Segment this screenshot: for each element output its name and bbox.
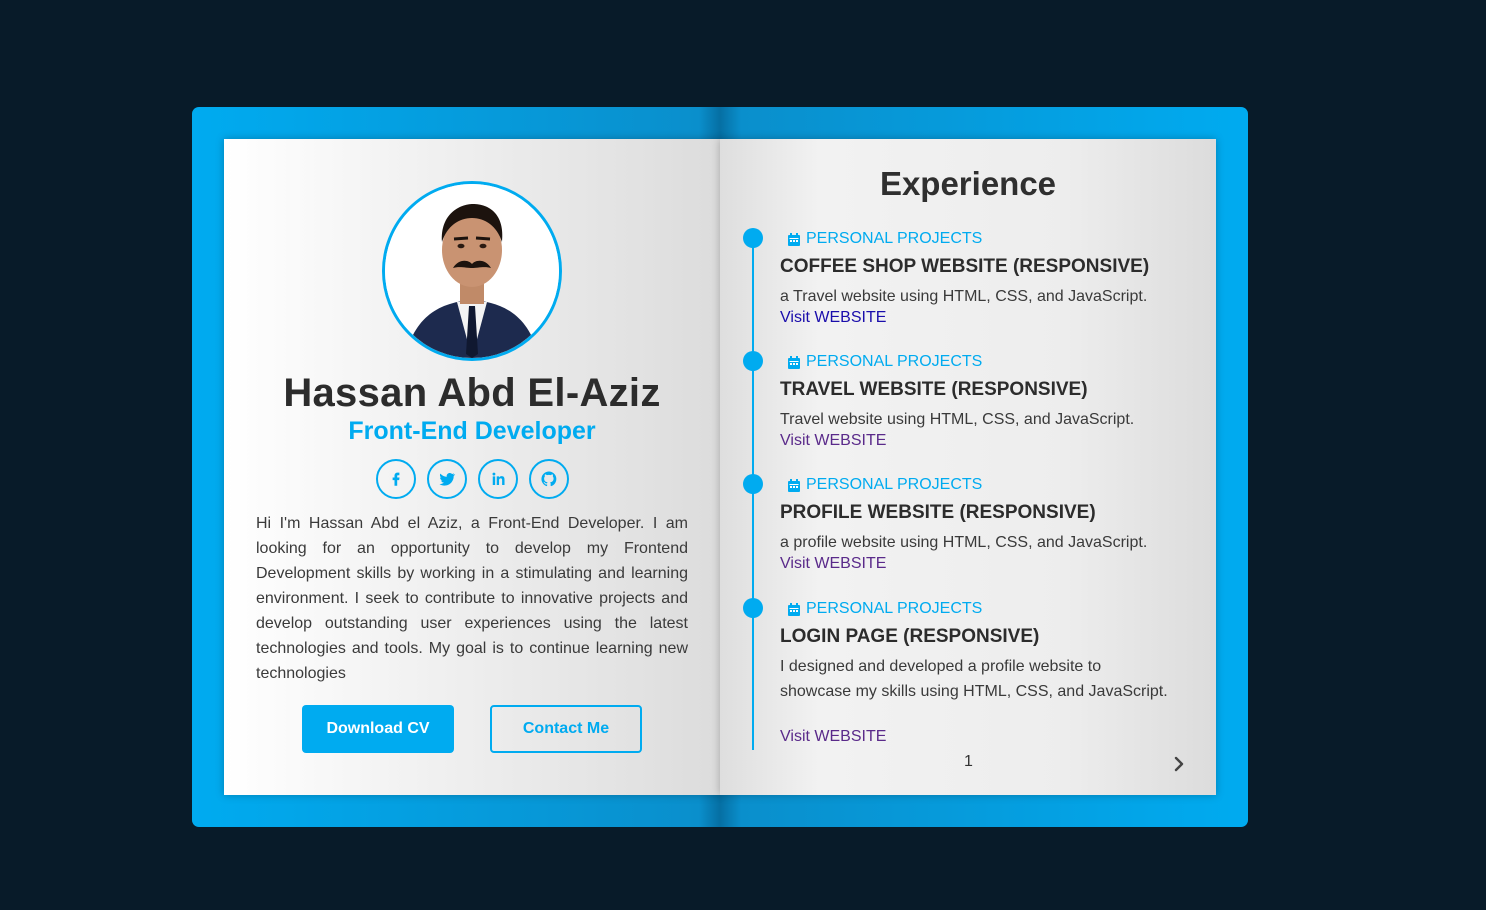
item-title: LOGIN PAGE (RESPONSIVE) — [780, 626, 1040, 647]
calendar-icon — [788, 602, 800, 616]
item-category: PERSONAL PROJECTS — [788, 476, 982, 494]
visit-website-link[interactable]: Visit WEBSITE — [780, 555, 886, 573]
download-cv-button[interactable]: Download CV — [302, 705, 454, 753]
calendar-icon — [788, 355, 800, 369]
item-category: PERSONAL PROJECTS — [788, 353, 982, 371]
profile-bio: Hi I'm Hassan Abd el Aziz, a Front-End D… — [256, 515, 688, 682]
item-description: I designed and developed a profile websi… — [780, 658, 1168, 700]
visit-website-link[interactable]: Visit WEBSITE — [780, 309, 886, 327]
facebook-icon — [392, 472, 400, 486]
timeline-dot — [743, 474, 763, 494]
item-category: PERSONAL PROJECTS — [788, 600, 982, 618]
timeline-dot — [743, 598, 763, 618]
item-title: TRAVEL WEBSITE (RESPONSIVE) — [780, 379, 1088, 400]
visit-website-link[interactable]: Visit WEBSITE — [780, 432, 886, 450]
twitter-icon — [439, 472, 456, 486]
resume-book: Hassan Abd El-Aziz Front-End Developer H… — [192, 107, 1248, 827]
experience-title: Experience — [879, 165, 1057, 202]
profile-role: Front-End Developer — [348, 417, 596, 445]
profile-page: Hassan Abd El-Aziz Front-End Developer H… — [224, 139, 720, 795]
item-description: a profile website using HTML, CSS, and J… — [780, 534, 1148, 551]
avatar — [382, 181, 562, 361]
item-category-label: PERSONAL PROJECTS — [806, 230, 983, 247]
calendar-icon — [788, 232, 800, 246]
contact-me-button[interactable]: Contact Me — [490, 705, 642, 753]
github-link[interactable] — [529, 459, 569, 499]
item-category-label: PERSONAL PROJECTS — [806, 600, 983, 617]
experience-page: Experience PERSONAL PROJECTS COFFEE SHOP… — [720, 139, 1216, 795]
timeline-dot — [743, 351, 763, 371]
item-title: PROFILE WEBSITE (RESPONSIVE) — [780, 502, 1096, 523]
item-category: PERSONAL PROJECTS — [788, 230, 982, 248]
page-number: 1 — [964, 753, 973, 770]
visit-website-link[interactable]: Visit WEBSITE — [780, 728, 886, 746]
item-category-label: PERSONAL PROJECTS — [806, 476, 983, 493]
next-page-icon[interactable] — [1170, 755, 1188, 773]
item-description: a Travel website using HTML, CSS, and Ja… — [780, 288, 1148, 305]
item-title: COFFEE SHOP WEBSITE (RESPONSIVE) — [780, 256, 1150, 277]
linkedin-link[interactable] — [478, 459, 518, 499]
calendar-icon — [788, 478, 800, 492]
timeline-dot — [743, 228, 763, 248]
twitter-link[interactable] — [427, 459, 467, 499]
github-icon — [541, 471, 557, 487]
item-category-label: PERSONAL PROJECTS — [806, 353, 983, 370]
item-description: Travel website using HTML, CSS, and Java… — [780, 411, 1135, 428]
facebook-link[interactable] — [376, 459, 416, 499]
profile-photo — [385, 184, 559, 358]
social-links — [376, 459, 569, 499]
linkedin-icon — [492, 472, 505, 485]
profile-name: Hassan Abd El-Aziz — [283, 371, 661, 415]
